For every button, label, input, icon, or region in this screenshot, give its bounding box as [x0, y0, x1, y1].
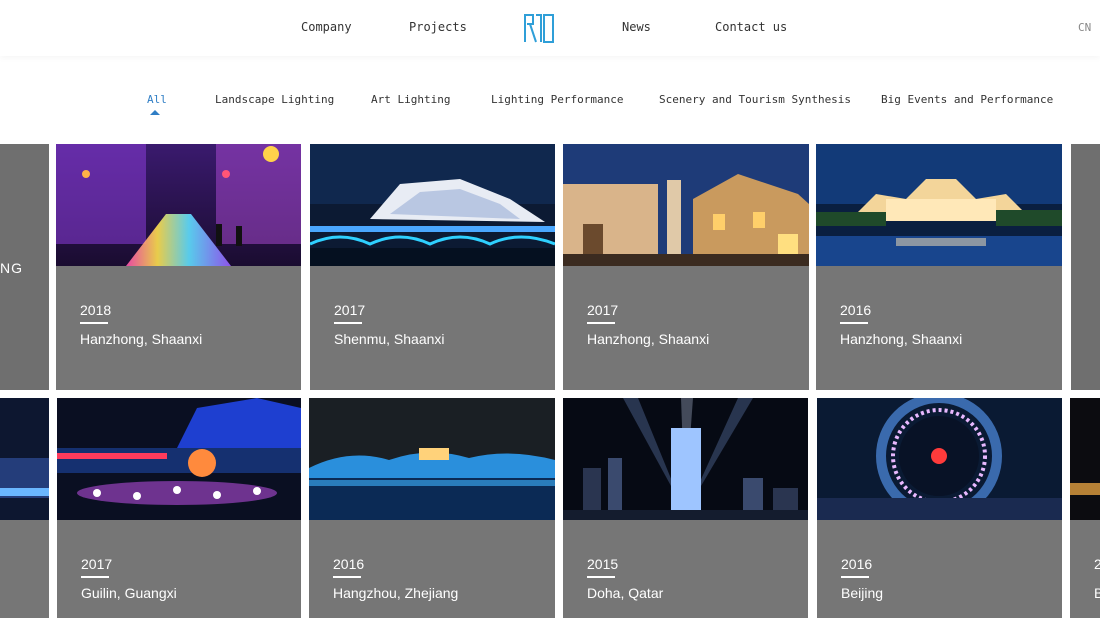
project-card-partial-right[interactable]: 2 B: [1070, 398, 1100, 618]
project-year: 2017: [587, 302, 619, 318]
divider: [840, 322, 868, 324]
project-photo-partial: [0, 398, 49, 520]
project-location: Hanzhong, Shaanxi: [587, 331, 710, 347]
project-year: 2017: [81, 556, 113, 572]
project-card[interactable]: 2017 Guilin, Guangxi: [57, 398, 301, 618]
project-year: 2018: [80, 302, 112, 318]
site-header: Company Projects News Contact us CN: [0, 0, 1100, 56]
project-location: Hangzhou, Zhejiang: [333, 585, 459, 601]
project-photo-skyline: [563, 398, 808, 520]
tab-landscape-lighting[interactable]: Landscape Lighting: [215, 93, 334, 106]
language-switch[interactable]: CN: [1078, 21, 1091, 34]
tab-big-events[interactable]: Big Events and Performance: [881, 93, 1053, 106]
project-year: 2015: [587, 556, 619, 572]
tab-all[interactable]: All: [147, 93, 167, 106]
nav-news[interactable]: News: [622, 20, 651, 34]
project-location: Beijing: [841, 585, 884, 601]
project-location: Doha, Qatar: [587, 585, 664, 601]
project-location: Guilin, Guangxi: [81, 585, 177, 601]
tab-lighting-performance[interactable]: Lighting Performance: [491, 93, 623, 106]
nav-contact[interactable]: Contact us: [715, 20, 787, 34]
project-card[interactable]: 2017 Shenmu, Shaanxi: [310, 144, 555, 390]
divider: [587, 322, 615, 324]
project-photo-stadium-show: [817, 398, 1062, 520]
project-year: 2016: [333, 556, 365, 572]
rso-logo-icon[interactable]: [522, 12, 556, 44]
project-card[interactable]: 2016 Hanzhong, Shaanxi: [816, 144, 1062, 390]
project-card[interactable]: 2016 Hangzhou, Zhejiang: [309, 398, 555, 618]
project-card[interactable]: 2017 Hanzhong, Shaanxi: [563, 144, 809, 390]
tab-art-lighting[interactable]: Art Lighting: [371, 93, 450, 106]
project-card-partial-right[interactable]: [1071, 144, 1100, 390]
nav-projects[interactable]: Projects: [409, 20, 467, 34]
divider: [81, 576, 109, 578]
divider: [841, 576, 869, 578]
project-photo-karst-river: [57, 398, 301, 520]
project-year: 2016: [840, 302, 872, 318]
project-location: Hanzhong, Shaanxi: [80, 331, 203, 347]
project-card[interactable]: 2018 Hanzhong, Shaanxi: [56, 144, 301, 390]
project-photo-light-avenue: [56, 144, 301, 266]
project-photo-old-town: [563, 144, 809, 266]
project-photo-palace: [816, 144, 1062, 266]
project-card[interactable]: 2015 Doha, Qatar: [563, 398, 808, 618]
divider: [333, 576, 361, 578]
category-filter: All Landscape Lighting Art Lighting Ligh…: [0, 56, 1100, 144]
divider: [587, 576, 615, 578]
project-photo-partial: [1070, 398, 1100, 520]
active-tab-indicator: [150, 110, 160, 115]
divider: [334, 322, 362, 324]
project-photo-lake: [309, 398, 555, 520]
card-title-fragment: NG: [0, 260, 23, 276]
project-card-partial-left[interactable]: [0, 398, 49, 618]
project-card[interactable]: 2016 Beijing: [817, 398, 1062, 618]
project-year: 2: [1094, 556, 1100, 572]
project-year: 2016: [841, 556, 873, 572]
project-year: 2017: [334, 302, 366, 318]
project-location: Shenmu, Shaanxi: [334, 331, 445, 347]
tab-scenery-tourism[interactable]: Scenery and Tourism Synthesis: [659, 93, 851, 106]
project-card-partial-left[interactable]: NG: [0, 144, 49, 390]
nav-company[interactable]: Company: [301, 20, 352, 34]
project-photo-bridge: [310, 144, 555, 266]
project-location: Hanzhong, Shaanxi: [840, 331, 963, 347]
divider: [80, 322, 108, 324]
project-location: B: [1094, 585, 1100, 601]
